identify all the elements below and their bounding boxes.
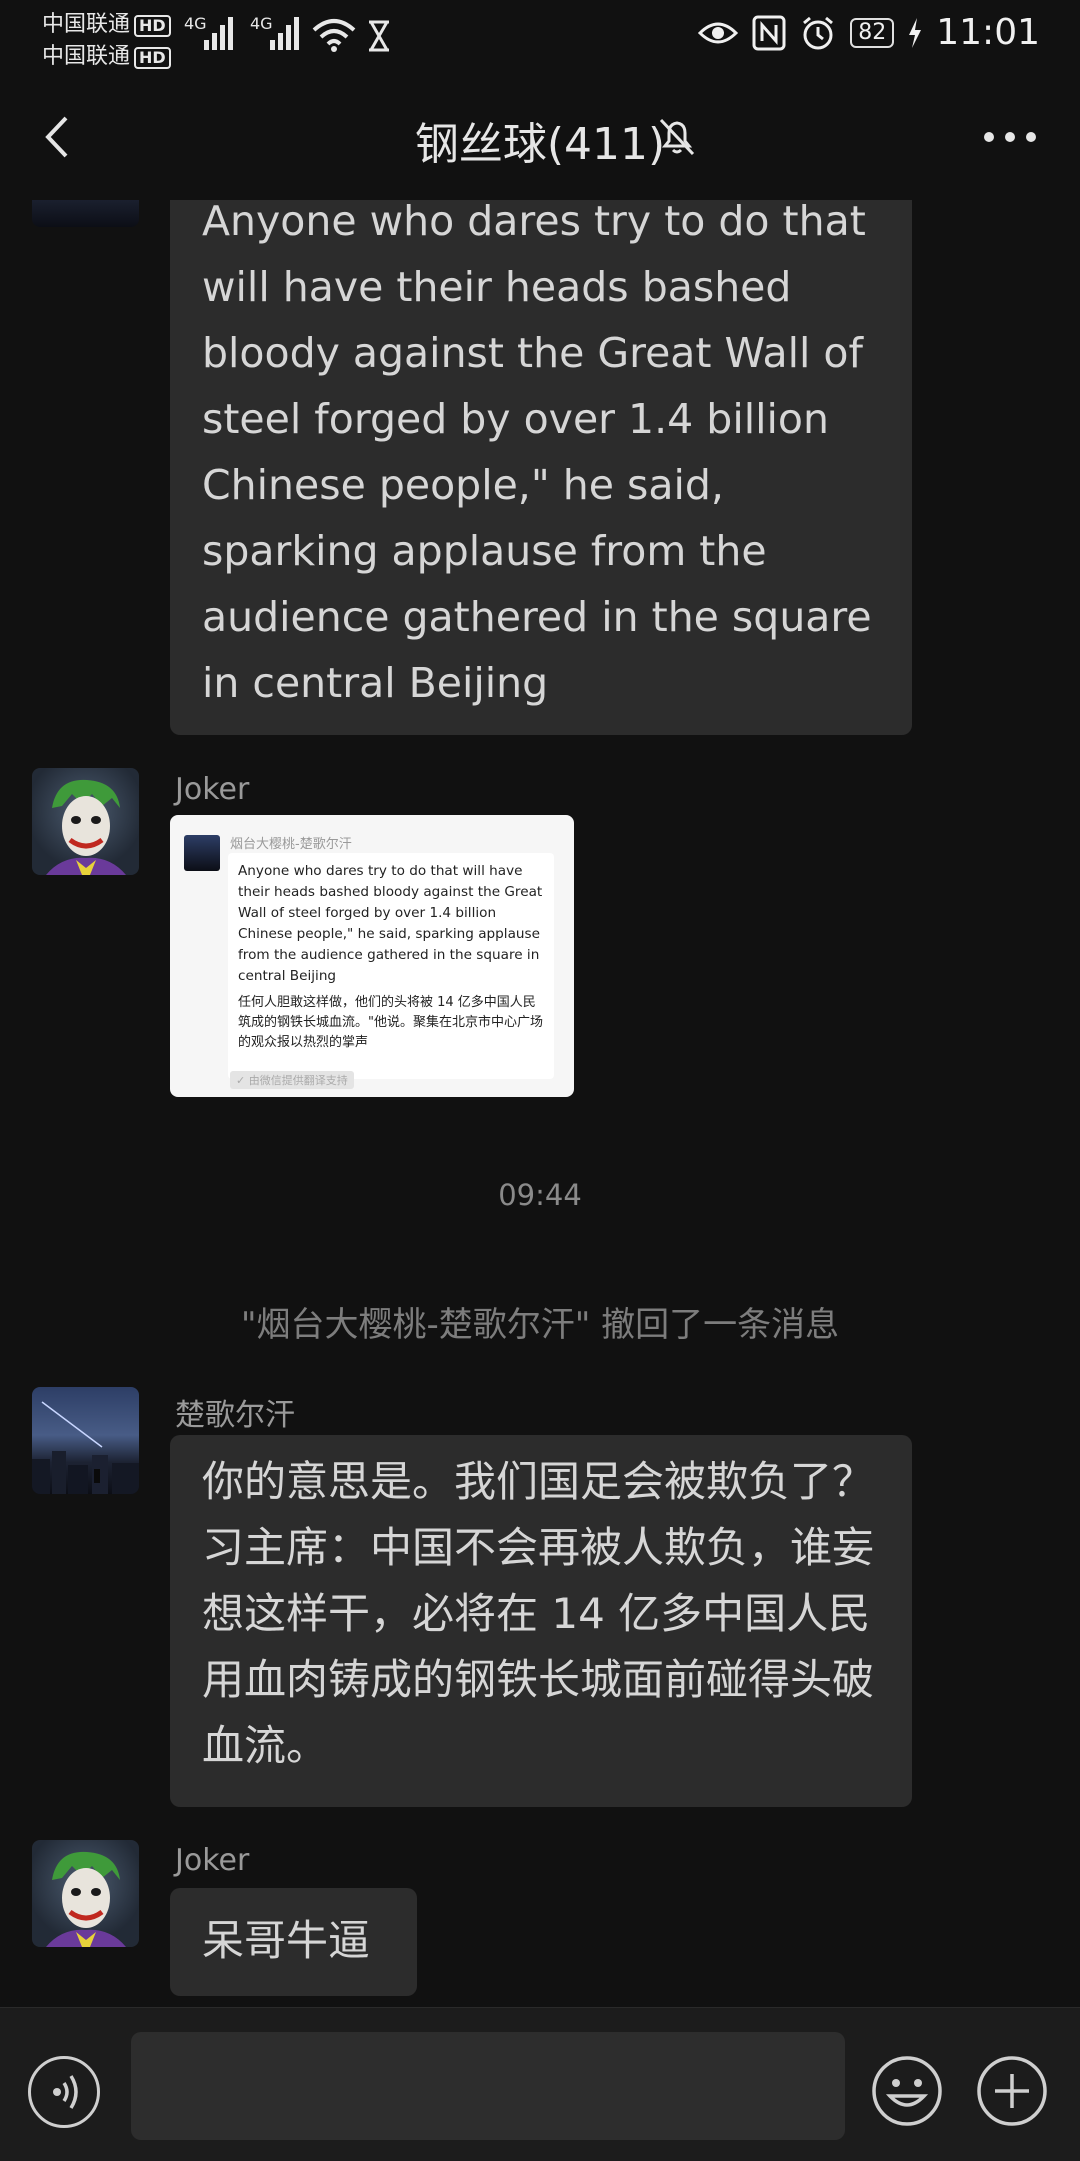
sender-name-4: Joker bbox=[175, 1843, 250, 1878]
signal-icon-2 bbox=[270, 17, 299, 50]
status-bar: 中国联通 HD 中国联通 HD 4G 4G 82 11:01 bbox=[0, 0, 1080, 70]
message-bubble-4[interactable]: 呆哥牛逼 bbox=[170, 1888, 417, 1996]
eye-icon bbox=[698, 22, 739, 43]
nfc-icon bbox=[752, 15, 786, 50]
message-text-3: 你的意思是。我们国足会被欺负了？ 习主席：中国不会再被人欺负，谁妄想这样干，必将… bbox=[202, 1457, 875, 1770]
hd-badge-1: HD bbox=[134, 15, 171, 37]
message-bubble-3[interactable]: 你的意思是。我们国足会被欺负了？ 习主席：中国不会再被人欺负，谁妄想这样干，必将… bbox=[170, 1435, 912, 1807]
joker-avatar-image-2 bbox=[46, 1851, 126, 1947]
message-input[interactable] bbox=[131, 2032, 845, 2140]
avatar-joker[interactable] bbox=[32, 768, 139, 875]
plus-icon[interactable] bbox=[975, 2054, 1049, 2128]
message-text-4: 呆哥牛逼 bbox=[202, 1916, 371, 1965]
image-sender-name: 烟台大樱桃-楚歌尔汗 bbox=[230, 837, 352, 852]
avatar[interactable] bbox=[32, 200, 139, 227]
image-quote-box: Anyone who dares try to do that will hav… bbox=[228, 853, 554, 1079]
clock: 11:01 bbox=[936, 12, 1040, 53]
city-avatar-image bbox=[32, 1401, 139, 1494]
carrier-2: 中国联通 HD bbox=[42, 38, 171, 70]
chat-title: 钢丝球(411) bbox=[414, 119, 666, 170]
more-icon[interactable] bbox=[982, 130, 1038, 144]
carrier-2-label: 中国联通 bbox=[42, 44, 131, 69]
timestamp: 09:44 bbox=[498, 1178, 582, 1212]
chat-header: 钢丝球(411) bbox=[0, 100, 1080, 180]
mini-avatar bbox=[184, 835, 220, 871]
message-bubble-1[interactable]: Anyone who dares try to do that will hav… bbox=[170, 200, 912, 735]
recall-notice: "烟台大樱桃-楚歌尔汗" 撤回了一条消息 bbox=[240, 1305, 840, 1345]
status-right: 82 11:01 bbox=[698, 12, 1040, 53]
emoji-icon[interactable] bbox=[870, 2054, 944, 2128]
battery-level: 82 bbox=[850, 17, 895, 48]
hourglass-icon bbox=[369, 20, 389, 52]
avatar-joker-2[interactable] bbox=[32, 1840, 139, 1947]
input-bar bbox=[0, 2007, 1080, 2161]
translation-tag: ✓ 由微信提供翻译支持 bbox=[230, 1071, 354, 1089]
voice-button[interactable] bbox=[28, 2056, 100, 2128]
alarm-icon bbox=[803, 16, 834, 49]
mute-bell-icon bbox=[659, 118, 695, 156]
image-english-text: Anyone who dares try to do that will hav… bbox=[238, 863, 543, 984]
message-text-1: Anyone who dares try to do that will hav… bbox=[202, 200, 872, 707]
joker-avatar-image bbox=[46, 779, 126, 875]
carrier-1: 中国联通 HD bbox=[42, 6, 171, 38]
signal-icon bbox=[204, 17, 233, 50]
hd-badge-2: HD bbox=[134, 47, 171, 69]
wifi-icon bbox=[312, 19, 356, 52]
sender-name-3: 楚歌尔汗 bbox=[175, 1398, 295, 1433]
carrier-1-label: 中国联通 bbox=[42, 12, 131, 37]
avatar-chugeerhan[interactable] bbox=[32, 1387, 139, 1494]
sender-name: Joker bbox=[175, 772, 250, 807]
voice-icon bbox=[53, 2075, 78, 2109]
image-chinese-text: 任何人胆敢这样做，他们的头将被 14 亿多中国人民筑成的钢铁长城血流。"他说。聚… bbox=[238, 995, 543, 1050]
image-message[interactable]: 烟台大樱桃-楚歌尔汗 Anyone who dares try to do th… bbox=[170, 815, 574, 1097]
charging-icon bbox=[909, 17, 922, 48]
